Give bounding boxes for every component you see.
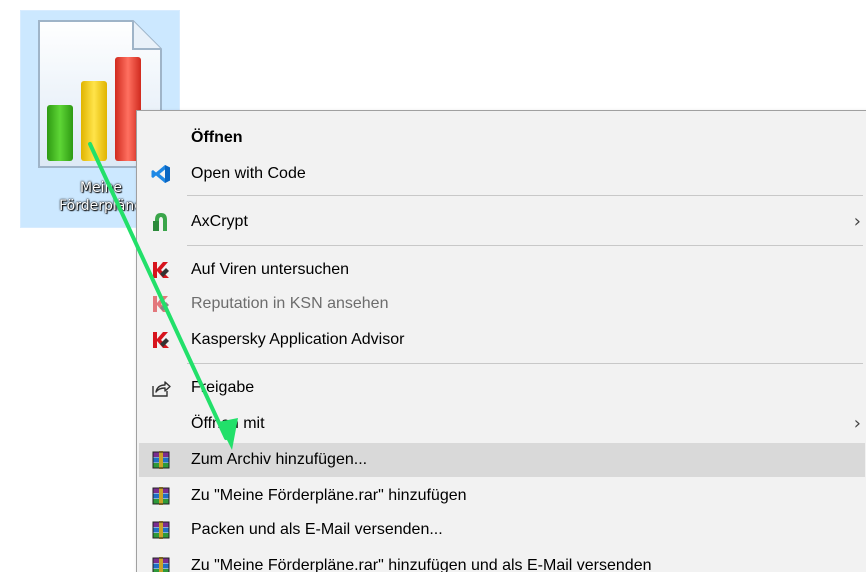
chart-bar-green bbox=[47, 105, 73, 161]
menu-item-label: Öffnen bbox=[191, 129, 243, 146]
menu-item-label: Kaspersky Application Advisor bbox=[191, 331, 405, 348]
kaspersky-icon bbox=[151, 260, 171, 280]
winrar-icon bbox=[151, 520, 171, 540]
menu-item-share[interactable]: Freigabe bbox=[139, 371, 865, 405]
menu-item-pack-and-email[interactable]: Packen und als E-Mail versenden... bbox=[139, 513, 865, 547]
menu-separator bbox=[187, 363, 863, 364]
menu-item-label: AxCrypt bbox=[191, 213, 248, 230]
winrar-icon bbox=[151, 450, 171, 470]
menu-item-label: Freigabe bbox=[191, 379, 255, 396]
chart-bar-yellow bbox=[81, 81, 107, 161]
menu-item-open[interactable]: Öffnen bbox=[139, 121, 865, 155]
menu-item-add-to-archive[interactable]: Zum Archiv hinzufügen... bbox=[139, 443, 865, 477]
menu-item-label: Zu "Meine Förderpläne.rar" hinzufügen bbox=[191, 487, 467, 504]
context-menu: Öffnen Open with Code AxCrypt › Auf Vire… bbox=[136, 110, 866, 572]
menu-item-add-to-rar-and-email[interactable]: Zu "Meine Förderpläne.rar" hinzufügen un… bbox=[139, 549, 865, 572]
winrar-icon bbox=[151, 486, 171, 506]
vscode-icon bbox=[151, 164, 171, 184]
winrar-icon bbox=[151, 556, 171, 572]
submenu-chevron-icon: › bbox=[853, 413, 861, 434]
share-icon bbox=[151, 378, 171, 398]
desktop: Meine Förderpläne Öffnen Open with Code bbox=[0, 0, 866, 572]
menu-separator bbox=[187, 245, 863, 246]
menu-item-label: Zu "Meine Förderpläne.rar" hinzufügen un… bbox=[191, 557, 652, 572]
menu-item-label: Reputation in KSN ansehen bbox=[191, 295, 389, 312]
menu-item-label: Packen und als E-Mail versenden... bbox=[191, 521, 443, 538]
menu-item-label: Auf Viren untersuchen bbox=[191, 261, 350, 278]
axcrypt-icon bbox=[151, 212, 171, 232]
menu-item-label: Open with Code bbox=[191, 165, 306, 182]
kaspersky-icon bbox=[151, 294, 171, 314]
menu-item-open-with[interactable]: Öffnen mit › bbox=[139, 407, 865, 441]
kaspersky-icon bbox=[151, 330, 171, 350]
menu-item-kaspersky-advisor[interactable]: Kaspersky Application Advisor bbox=[139, 323, 865, 357]
menu-separator bbox=[187, 195, 863, 196]
menu-item-label: Zum Archiv hinzufügen... bbox=[191, 451, 368, 468]
menu-item-open-with-code[interactable]: Open with Code bbox=[139, 157, 865, 191]
menu-item-label: Öffnen mit bbox=[191, 415, 265, 432]
submenu-chevron-icon: › bbox=[853, 211, 861, 232]
menu-item-add-to-rar[interactable]: Zu "Meine Förderpläne.rar" hinzufügen bbox=[139, 479, 865, 513]
menu-item-scan-viruses[interactable]: Auf Viren untersuchen bbox=[139, 253, 865, 287]
menu-item-ksn-reputation: Reputation in KSN ansehen bbox=[139, 287, 865, 321]
menu-item-axcrypt[interactable]: AxCrypt › bbox=[139, 205, 865, 239]
